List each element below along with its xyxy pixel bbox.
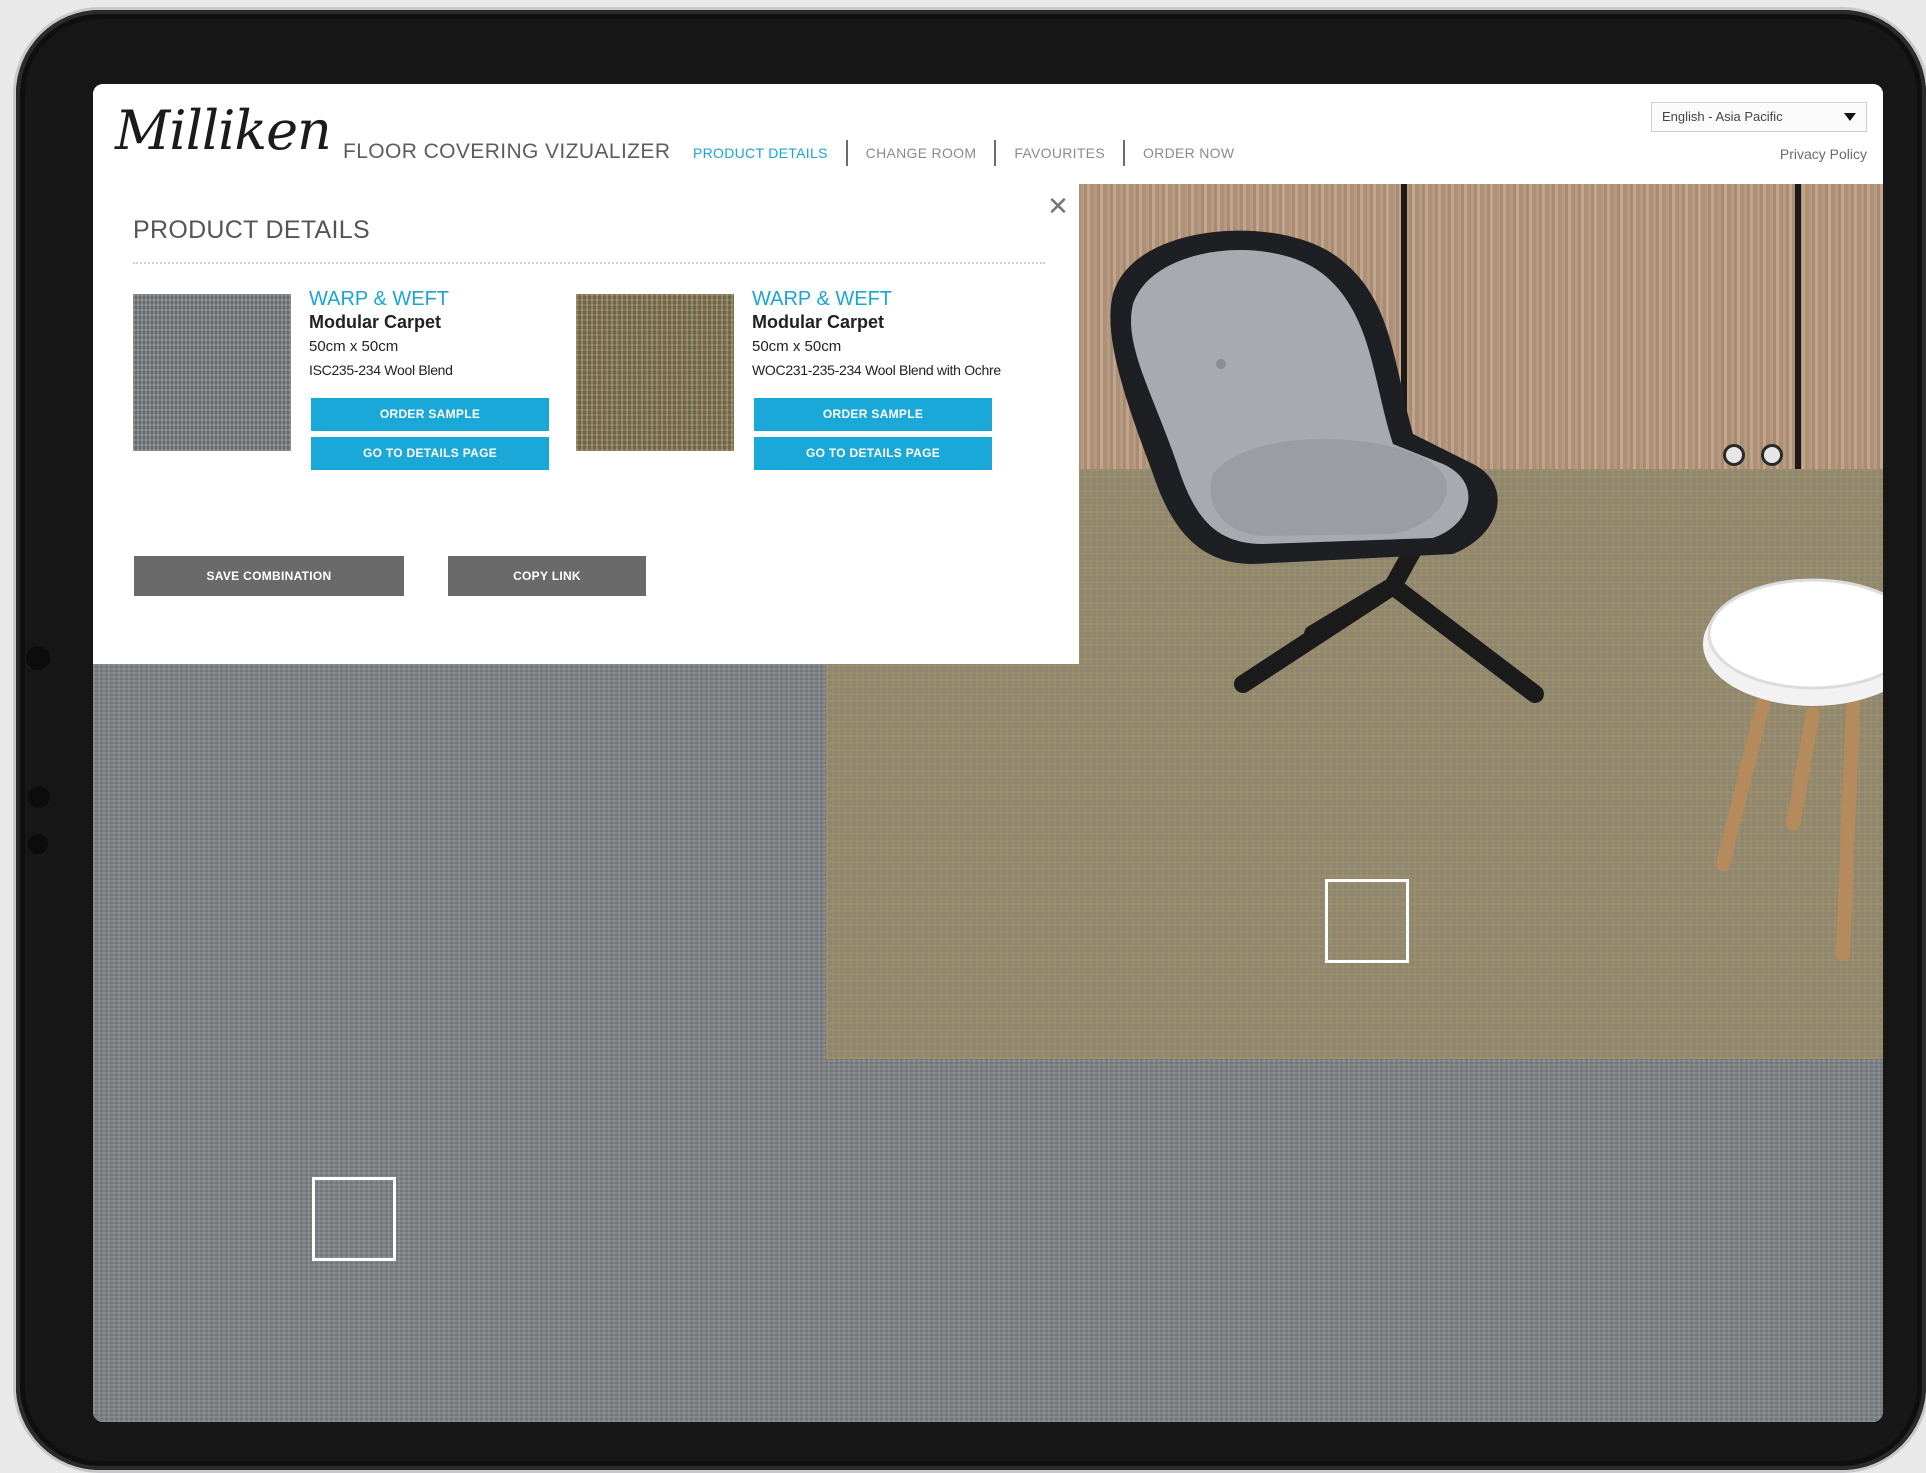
device-sensor-dot [28,834,48,854]
device-camera-dot [26,646,50,670]
copy-link-button[interactable]: COPY LINK [448,556,646,596]
language-select[interactable]: English - Asia Pacific [1651,102,1867,132]
chevron-down-icon [1844,113,1856,121]
tablet-frame: Milliken FLOOR COVERING VIZUALIZER PRODU… [16,10,1926,1470]
details-page-button[interactable]: GO TO DETAILS PAGE [754,437,992,470]
app-title: FLOOR COVERING VIZUALIZER [343,140,671,163]
product-size: 50cm x 50cm [309,338,399,355]
product-code: ISC235-234 Wool Blend [309,362,453,378]
lounge-chair [1110,230,1544,703]
privacy-policy-link[interactable]: Privacy Policy [1780,146,1867,162]
nav-favourites[interactable]: FAVOURITES [996,145,1123,161]
close-icon[interactable]: ✕ [1043,192,1073,222]
wall-panel-gap [1795,184,1801,469]
side-table [1703,578,1883,961]
top-bar: Milliken FLOOR COVERING VIZUALIZER PRODU… [93,84,1883,185]
app-screen: Milliken FLOOR COVERING VIZUALIZER PRODU… [93,84,1883,1422]
nav-order-now[interactable]: ORDER NOW [1125,145,1252,161]
device-sensor-dot [28,786,50,808]
nav-product-details[interactable]: PRODUCT DETAILS [675,145,846,161]
product-type: Modular Carpet [309,312,442,332]
product-brand: WARP & WEFT [309,288,449,310]
panel-divider [133,262,1045,264]
tile-selector-gray[interactable] [312,1177,396,1261]
main-nav: PRODUCT DETAILS CHANGE ROOM FAVOURITES O… [675,140,1252,166]
product-brand: WARP & WEFT [752,288,892,310]
order-sample-button[interactable]: ORDER SAMPLE [311,398,549,431]
save-combination-button[interactable]: SAVE COMBINATION [134,556,404,596]
milliken-logo[interactable]: Milliken [115,96,332,166]
nav-change-room[interactable]: CHANGE ROOM [848,145,995,161]
order-sample-button[interactable]: ORDER SAMPLE [754,398,992,431]
product-swatch[interactable] [133,294,291,451]
product-swatch[interactable] [576,294,734,451]
tile-selector-ochre[interactable] [1325,879,1409,963]
product-type: Modular Carpet [752,312,885,332]
language-select-value: English - Asia Pacific [1662,109,1783,124]
cabinet-caster [1761,444,1783,466]
product-details-panel: ✕ PRODUCT DETAILS WARP & WEFT Modular Ca… [93,184,1079,664]
product-code: WOC231-235-234 Wool Blend with Ochre [752,362,1001,378]
product-size: 50cm x 50cm [752,338,842,355]
panel-title: PRODUCT DETAILS [133,216,370,244]
cabinet-caster [1723,444,1745,466]
details-page-button[interactable]: GO TO DETAILS PAGE [311,437,549,470]
